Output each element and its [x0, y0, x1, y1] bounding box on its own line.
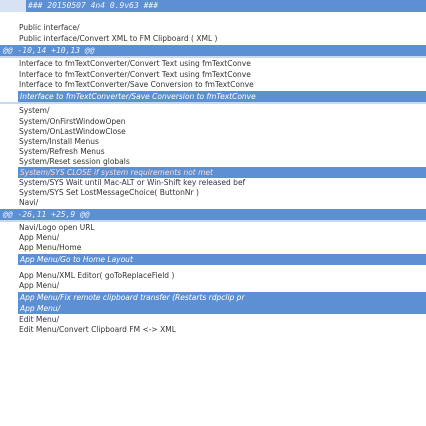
diff-line[interactable]: App Menu/: [19, 233, 419, 243]
diff-line[interactable]: System/OnLastWindowClose: [19, 127, 419, 137]
diff-line[interactable]: Public interface/: [19, 23, 419, 33]
diff-line[interactable]: System/SYS Wait until Mac-ALT or Win-Shi…: [19, 178, 419, 188]
diff-line[interactable]: Edit Menu/: [19, 315, 419, 325]
diff-file-title: ### 20150507 4n4 0.9v63 ###: [28, 1, 159, 10]
header-margin: [0, 0, 26, 12]
diff-line[interactable]: System/Refresh Menus: [19, 147, 419, 157]
hunk-separator: [0, 56, 426, 58]
diff-line-selected[interactable]: Interface to fmTextConverter/Save Conver…: [18, 91, 426, 102]
diff-line-selected[interactable]: App Menu/Fix remote clipboard transfer (…: [18, 292, 426, 303]
diff-line[interactable]: Interface to fmTextConverter/Convert Tex…: [19, 59, 419, 69]
diff-line[interactable]: System/: [19, 106, 419, 116]
diff-line[interactable]: App Menu/: [19, 281, 419, 291]
diff-file-header: ### 20150507 4n4 0.9v63 ###: [0, 0, 426, 12]
hunk-header: @@ -26,11 +25,9 @@: [0, 209, 426, 220]
diff-line[interactable]: App Menu/Home: [19, 243, 419, 253]
hunk-separator: [0, 220, 426, 222]
diff-line[interactable]: System/SYS Set LostMessageChoice( Button…: [19, 188, 419, 198]
diff-line[interactable]: System/Reset session globals: [19, 157, 419, 167]
diff-line[interactable]: System/OnFirstWindowOpen: [19, 117, 419, 127]
diff-line[interactable]: Interface to fmTextConverter/Save Conver…: [19, 80, 419, 90]
diff-line-selected[interactable]: App Menu/: [18, 303, 426, 314]
diff-line[interactable]: Navi/Logo open URL: [19, 223, 419, 233]
diff-line[interactable]: Edit Menu/Convert Clipboard FM <-> XML: [19, 325, 419, 335]
diff-line[interactable]: Navi/: [19, 198, 419, 208]
diff-line-removed[interactable]: System/SYS CLOSE if system requirements …: [18, 167, 426, 178]
diff-line[interactable]: App Menu/XML Editor( goToReplaceField ): [19, 271, 419, 281]
diff-line-selected[interactable]: App Menu/Go to Home Layout: [18, 254, 426, 265]
diff-line[interactable]: Interface to fmTextConverter/Convert Tex…: [19, 70, 419, 80]
hunk-separator: [0, 102, 426, 104]
diff-line[interactable]: System/Install Menus: [19, 137, 419, 147]
diff-line[interactable]: Public interface/Convert XML to FM Clipb…: [19, 34, 419, 44]
hunk-header: @@ -10,14 +10,13 @@: [0, 45, 426, 56]
